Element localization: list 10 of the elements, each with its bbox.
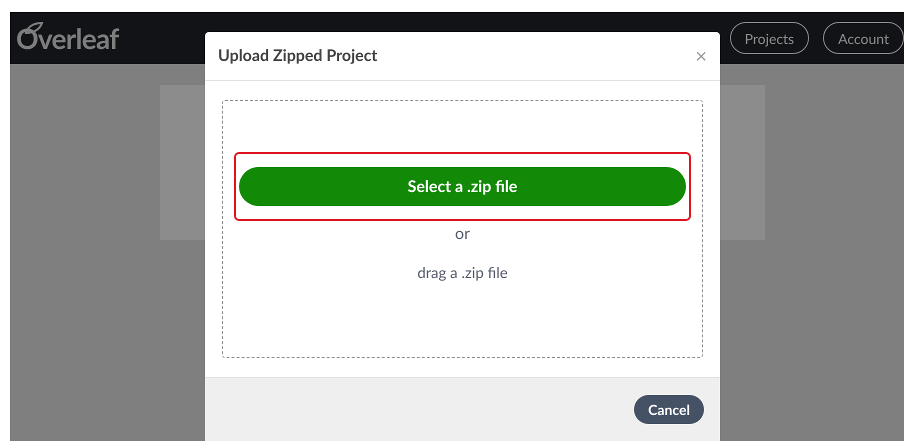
drag-hint: drag a .zip file (417, 263, 508, 284)
close-button[interactable]: × (695, 46, 707, 66)
cancel-button[interactable]: Cancel (634, 395, 704, 424)
nav-button[interactable]: Account (823, 22, 904, 54)
logo: Overleaf (16, 24, 119, 52)
drop-zone[interactable]: Select a .zip file or drag a .zip file (222, 100, 703, 358)
select-file-button[interactable]: Select a .zip file (239, 167, 686, 206)
modal-title: Upload Zipped Project (218, 45, 378, 67)
nav-button[interactable]: Projects (730, 22, 810, 54)
or-separator: or (455, 223, 470, 245)
